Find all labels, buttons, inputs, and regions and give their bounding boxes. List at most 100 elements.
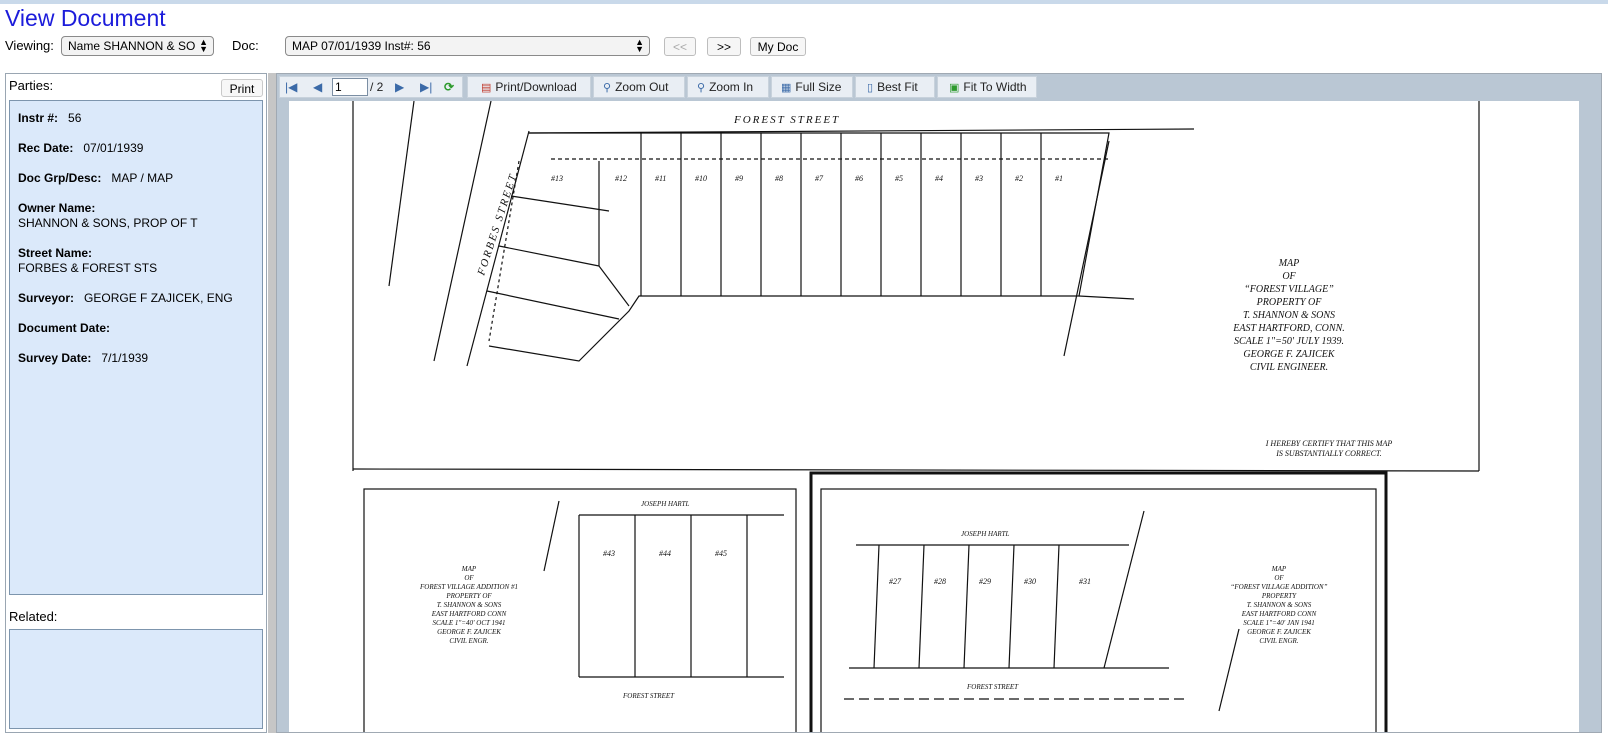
first-page-icon[interactable]: |◀ [285, 76, 297, 98]
doc-label: Doc: [232, 38, 259, 53]
full-size-icon: ▦ [781, 82, 792, 94]
info-field-label: Surveyor: [18, 291, 75, 305]
pdf-icon: ▤ [481, 82, 492, 94]
info-field: Surveyor: GEORGE F ZAJICEK, ENG [18, 291, 254, 306]
lot-boundary [488, 132, 1110, 362]
full-size-text: Full Size [795, 80, 842, 94]
prev-page-icon[interactable]: ◀ [313, 76, 322, 98]
survey-map-image: FOREST STREET FORBES STREET #13 #12 #11 #10… [352, 101, 1480, 732]
map-title-line: OF [1282, 271, 1296, 282]
inset-2-title-line: EAST HARTFORD CONN [1241, 610, 1317, 618]
document-info-box: Instr #: 56 Rec Date: 07/01/1939 Doc Grp/D… [9, 100, 263, 595]
inset-1-title-line: OF [464, 574, 474, 582]
parties-label: Parties: [9, 78, 54, 93]
zoom-in-text: Zoom In [709, 80, 754, 94]
map-title-line: CIVIL ENGINEER. [1250, 362, 1328, 373]
print-download-label[interactable]: ▤ Print/Download [481, 76, 577, 98]
inset-1-top-label: JOSEPH HARTL [641, 500, 690, 508]
inset-1-title-line: MAP [461, 565, 477, 573]
inset-2-title-line: T. SHANNON & SONS [1247, 601, 1312, 609]
viewing-select[interactable]: Name SHANNON & SO ▲ ▼ [61, 36, 214, 56]
document-viewer: |◀ ◀ / 2 ▶ ▶| ⟳ ▤Print/Download ⚲Zoom Ou… [276, 73, 1602, 733]
map-title-line: “FOREST VILLAGE” [1244, 284, 1334, 295]
map-title-line: EAST HARTFORD, CONN. [1232, 323, 1345, 334]
north-arrow-icon [543, 500, 560, 572]
page-number-input[interactable] [332, 78, 368, 96]
panel-splitter[interactable] [268, 73, 276, 733]
full-size-label[interactable]: ▦ Full Size [781, 76, 841, 98]
inset-2-title-line: OF [1274, 574, 1284, 582]
select-arrows-icon: ▲ ▼ [635, 37, 644, 54]
info-field-label: Rec Date: [18, 141, 74, 155]
lot-number: #7 [815, 174, 824, 183]
zoom-in-label[interactable]: ⚲ Zoom In [697, 76, 753, 98]
print-button[interactable]: Print [221, 79, 263, 97]
fit-width-icon: ▣ [949, 82, 960, 94]
inset-2-title-line: SCALE 1"=40' JAN 1941 [1243, 619, 1315, 627]
info-field-value: 56 [68, 111, 82, 125]
inset-2-top-label: JOSEPH HARTL [961, 530, 1010, 538]
lot-boundary [1078, 295, 1135, 300]
inset-2-title-line: “FOREST VILLAGE ADDITION” [1231, 583, 1328, 591]
info-field-label: Document Date: [18, 321, 111, 335]
best-fit-icon: ▯ [867, 82, 874, 94]
map-title-line: MAP [1278, 258, 1300, 269]
street-line [528, 128, 1195, 134]
zoom-out-label[interactable]: ⚲ Zoom Out [603, 76, 668, 98]
parties-panel: Parties: Print Instr #: 56 Rec Date: 07/0… [5, 73, 267, 733]
inset-2-title-line: PROPERTY [1261, 592, 1297, 600]
lot-number: #28 [934, 577, 946, 586]
magnifier-plus-icon: ⚲ [697, 82, 706, 94]
info-field: Document Date: [18, 321, 254, 336]
related-label: Related: [9, 609, 58, 624]
lot-number: #30 [1024, 577, 1036, 586]
my-doc-button[interactable]: My Doc [750, 37, 806, 56]
lot-number: #9 [735, 174, 743, 183]
inset-2-title-line: CIVIL ENGR. [1259, 637, 1298, 645]
lot-number: #29 [979, 577, 991, 586]
refresh-icon[interactable]: ⟳ [444, 76, 454, 98]
lot-number: #13 [551, 174, 563, 183]
inset-map-1-border [363, 488, 797, 732]
inset-1-title-line: SCALE 1"=40' OCT 1941 [432, 619, 505, 627]
viewing-label: Viewing: [5, 38, 54, 53]
lot-line [510, 195, 610, 212]
inset-1-bottom-label: FOREST STREET [622, 692, 675, 700]
info-field: Instr #: 56 [18, 111, 254, 126]
inset-1-title-line: GEORGE F. ZAJICEK [437, 628, 501, 636]
lot-number: #45 [715, 549, 727, 558]
info-field-value: 7/1/1939 [101, 351, 149, 365]
select-arrows-icon: ▲ ▼ [199, 37, 208, 54]
fit-to-width-label[interactable]: ▣ Fit To Width [949, 76, 1027, 98]
lot-number: #6 [855, 174, 863, 183]
doc-select-value: MAP 07/01/1939 Inst#: 56 [292, 39, 431, 53]
doc-select[interactable]: MAP 07/01/1939 Inst#: 56 ▲ ▼ [285, 36, 650, 56]
inset-2-bottom-label: FOREST STREET [966, 683, 1019, 691]
prev-doc-button[interactable]: << [664, 37, 696, 56]
info-field: Survey Date: 7/1/1939 [18, 351, 254, 366]
info-field-label: Doc Grp/Desc: [18, 171, 102, 185]
info-field-value: MAP / MAP [111, 171, 174, 185]
inset-1-title-line: T. SHANNON & SONS [437, 601, 502, 609]
inset-1-title-line: CIVIL ENGR. [449, 637, 488, 645]
info-field: Owner Name: SHANNON & SONS, PROP OF T [18, 201, 254, 231]
next-page-icon[interactable]: ▶ [395, 76, 404, 98]
lot-line [498, 245, 600, 267]
info-field: Rec Date: 07/01/1939 [18, 141, 254, 156]
lot-number: #3 [975, 174, 983, 183]
map-title-line: SCALE 1"=50' JULY 1939. [1234, 336, 1344, 347]
lot-number: #10 [695, 174, 707, 183]
lot-line [963, 544, 970, 669]
best-fit-label[interactable]: ▯ Best Fit [867, 76, 918, 98]
lot-line [1053, 544, 1060, 669]
inset-2-title-line: GEORGE F. ZAJICEK [1247, 628, 1311, 636]
lot-line [598, 265, 630, 307]
last-page-icon[interactable]: ▶| [420, 76, 432, 98]
page-total: / 2 [370, 80, 384, 94]
info-field-label: Street Name: [18, 246, 93, 260]
certification-text: IS SUBSTANTIALLY CORRECT. [1275, 449, 1382, 458]
document-page[interactable]: FOREST STREET FORBES STREET #13 #12 #11 #10… [289, 101, 1579, 732]
next-doc-button[interactable]: >> [707, 37, 741, 56]
inset-1-title-line: EAST HARTFORD CONN [431, 610, 507, 618]
lot-number: #31 [1079, 577, 1091, 586]
